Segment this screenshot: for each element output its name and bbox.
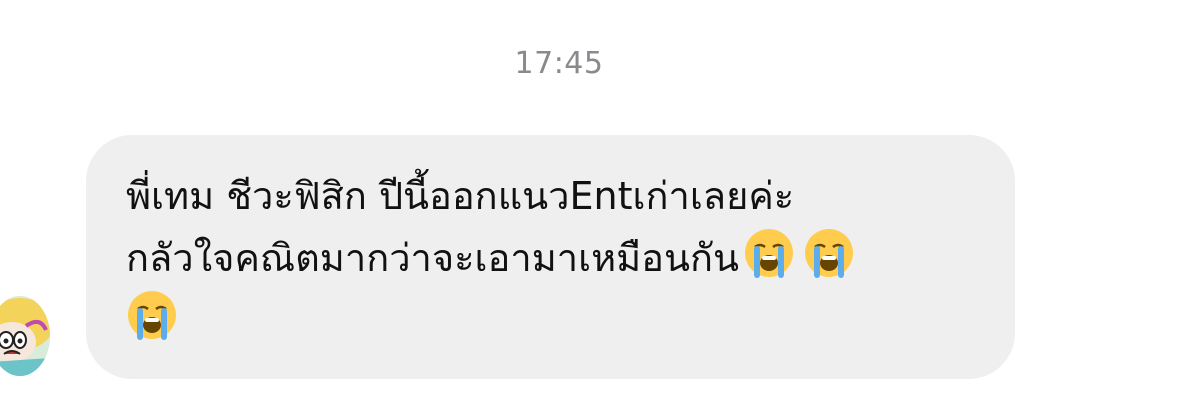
message-line-1: พี่เทม ชีวะฟิสิก ปีนี้ออกแนวEntเก่าเลยค่… — [126, 174, 795, 218]
message-timestamp: 17:45 — [514, 46, 604, 81]
loudly-crying-face-icon — [743, 227, 795, 279]
message-line-3 — [126, 289, 975, 351]
message-text: พี่เทม ชีวะฟิสิก ปีนี้ออกแนวEntเก่าเลยค่… — [126, 165, 975, 351]
sender-avatar[interactable] — [0, 296, 50, 376]
message-line-2: กลัวใจคณิตมากว่าจะเอามาเหมือนกัน — [126, 227, 975, 289]
message-bubble[interactable]: พี่เทม ชีวะฟิสิก ปีนี้ออกแนวEntเก่าเลยค่… — [86, 135, 1015, 379]
chat-screen: 17:45 พี่เทม ชีวะฟิสิก ปีนี้ออกแนวEntเก่… — [0, 0, 1200, 399]
loudly-crying-face-icon — [126, 289, 178, 341]
message-line-2-text: กลัวใจคณิตมากว่าจะเอามาเหมือนกัน — [126, 236, 739, 280]
loudly-crying-face-icon — [803, 227, 855, 279]
